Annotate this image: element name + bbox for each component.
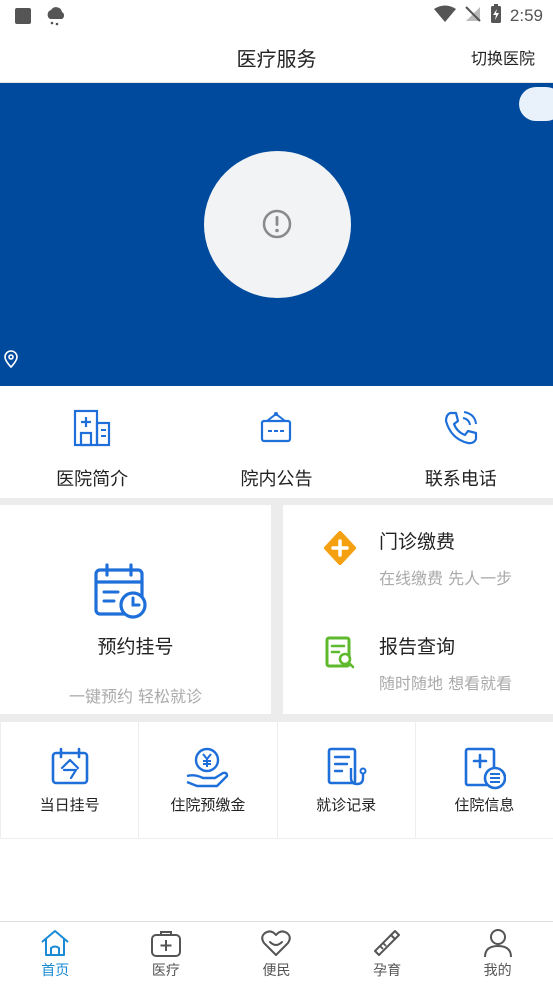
appointment-title: 预约挂号 [97, 636, 174, 658]
inpatient-deposit-button[interactable]: 住院预缴金 [138, 722, 276, 838]
divider [271, 505, 283, 714]
report-subtitle: 随时随地 想看就看 [379, 674, 513, 693]
announcements-button[interactable]: 院内公告 [184, 386, 368, 498]
medical-kit-icon [150, 931, 181, 957]
contact-phone-button[interactable]: 联系电话 [369, 386, 553, 498]
service-label: 当日挂号 [39, 796, 100, 814]
quick-link-label: 医院简介 [56, 469, 129, 490]
wifi-icon [433, 5, 456, 27]
tab-pregnancy[interactable]: 孕育 [332, 922, 443, 984]
app-header: 医疗服务 切换医院 [0, 32, 553, 83]
service-label: 住院信息 [454, 796, 515, 814]
weather-icon [44, 6, 68, 30]
calendar-today-icon [51, 747, 88, 785]
tab-label: 便民 [262, 963, 291, 979]
home-icon [41, 930, 69, 956]
status-bar: 2:59 [0, 0, 553, 32]
app-notification-icon [14, 7, 32, 29]
same-day-registration-button[interactable]: 当日挂号 [0, 722, 138, 838]
appointment-subtitle: 一键预约 轻松就诊 [68, 687, 203, 706]
featured-right-panel: 门诊缴费 在线缴费 先人一步 报告查询 随时随地 想看就看 [283, 505, 553, 714]
calendar-clock-icon [94, 563, 147, 619]
medical-cross-icon [324, 531, 356, 565]
image-placeholder [204, 151, 351, 298]
alert-icon [262, 209, 292, 239]
hospital-intro-button[interactable]: 医院简介 [0, 386, 184, 498]
tab-label: 我的 [483, 963, 512, 979]
payment-subtitle: 在线缴费 先人一步 [379, 569, 513, 588]
clock: 2:59 [509, 6, 543, 25]
services-grid: 当日挂号 住院预缴金 就诊记录 住院信息 [0, 722, 553, 839]
location-pin-icon[interactable] [4, 350, 18, 372]
report-query-button[interactable]: 报告查询 随时随地 想看就看 [283, 610, 553, 714]
service-label: 住院预缴金 [170, 796, 246, 814]
notice-board-icon [261, 412, 292, 443]
quick-link-label: 联系电话 [424, 469, 497, 490]
inpatient-info-icon [465, 747, 507, 790]
tab-label: 首页 [41, 963, 70, 979]
tab-profile[interactable]: 我的 [442, 922, 553, 984]
divider [0, 714, 553, 722]
inpatient-info-button[interactable]: 住院信息 [414, 722, 553, 838]
user-icon [483, 929, 512, 958]
tab-home[interactable]: 首页 [0, 922, 111, 984]
tab-label: 孕育 [373, 963, 402, 979]
outpatient-payment-button[interactable]: 门诊缴费 在线缴费 先人一步 [283, 505, 553, 609]
hospital-banner[interactable] [0, 83, 553, 386]
battery-icon [490, 4, 502, 28]
report-title: 报告查询 [379, 636, 456, 658]
bottom-tab-bar: 首页 医疗 便民 孕育 我的 [0, 921, 553, 984]
quick-links: 医院简介 院内公告 联系电话 [0, 386, 553, 498]
heart-smile-icon [261, 930, 292, 956]
banner-pill-button[interactable] [519, 87, 553, 121]
phone-call-icon [444, 411, 477, 445]
quick-link-label: 院内公告 [240, 469, 313, 490]
tab-convenience[interactable]: 便民 [221, 922, 332, 984]
switch-hospital-button[interactable]: 切换医院 [471, 45, 535, 69]
medical-record-icon [327, 747, 367, 786]
yuan-hand-icon [186, 747, 229, 788]
hospital-building-icon [74, 409, 111, 447]
payment-title: 门诊缴费 [379, 531, 456, 553]
baby-bottle-icon [374, 930, 401, 956]
service-label: 就诊记录 [316, 796, 377, 814]
report-search-icon [325, 636, 355, 669]
no-signal-icon [464, 5, 482, 27]
divider [0, 498, 553, 505]
tab-label: 医疗 [151, 963, 180, 979]
visit-records-button[interactable]: 就诊记录 [276, 722, 415, 838]
appointment-card[interactable]: 预约挂号 一键预约 轻松就诊 [0, 505, 271, 714]
tab-medical[interactable]: 医疗 [111, 922, 222, 984]
